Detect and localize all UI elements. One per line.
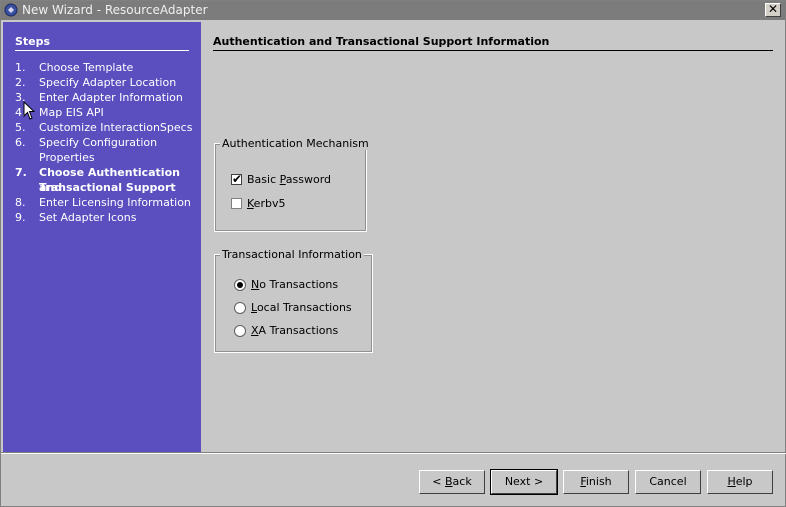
step-label: Choose Template xyxy=(39,61,134,74)
authentication-group xyxy=(214,143,367,232)
step-label: Enter Licensing Information xyxy=(39,196,191,209)
step-label: Specify Configuration xyxy=(39,136,158,149)
authentication-legend: Authentication Mechanism xyxy=(220,137,371,150)
button-bar-separator xyxy=(1,452,786,454)
window-title: New Wizard - ResourceAdapter xyxy=(22,3,208,17)
step-label: Properties xyxy=(39,151,95,164)
step-label: Enter Adapter Information xyxy=(39,91,183,104)
step-label: Set Adapter Icons xyxy=(39,211,137,224)
transactional-legend: Transactional Information xyxy=(220,248,364,261)
kerbv5-label: Kerbv5 xyxy=(247,197,286,210)
step-label: Map EIS API xyxy=(39,106,104,119)
cancel-button[interactable]: Cancel xyxy=(635,470,701,494)
step-label: Specify Adapter Location xyxy=(39,76,177,89)
app-icon xyxy=(4,3,18,17)
step-label: Customize InteractionSpecs xyxy=(39,121,193,134)
no-transactions-radio[interactable] xyxy=(234,279,246,291)
mouse-cursor-icon xyxy=(23,101,35,120)
step-number: 2. xyxy=(15,76,26,89)
local-transactions-radio[interactable] xyxy=(234,302,246,314)
step-number: 6. xyxy=(15,136,26,149)
step-number: 5. xyxy=(15,121,26,134)
step-number: 1. xyxy=(15,61,26,74)
next-button[interactable]: Next > xyxy=(490,469,558,495)
close-button[interactable]: ✕ xyxy=(765,2,781,17)
title-bar[interactable]: New Wizard - ResourceAdapter ✕ xyxy=(1,1,786,20)
basic-password-checkbox[interactable]: ✔ xyxy=(231,172,243,186)
steps-heading: Steps xyxy=(15,35,189,51)
no-transactions-label: No Transactions xyxy=(251,278,339,291)
steps-panel: Steps 1. Choose Template 2. Specify Adap… xyxy=(3,22,201,452)
kerbv5-checkbox[interactable] xyxy=(231,198,242,209)
basic-password-label: Basic Password xyxy=(247,173,332,186)
wizard-dialog: New Wizard - ResourceAdapter ✕ Steps 1. … xyxy=(0,0,786,507)
step-number: 8. xyxy=(15,196,26,209)
back-button[interactable]: < Back xyxy=(419,470,485,494)
checkmark-icon: ✔ xyxy=(232,172,243,186)
close-icon: ✕ xyxy=(768,2,779,16)
xa-transactions-label: XA Transactions xyxy=(251,324,339,337)
step-number: 9. xyxy=(15,211,26,224)
step-number: 7. xyxy=(15,166,27,179)
page-title: Authentication and Transactional Support… xyxy=(213,35,773,51)
help-button[interactable]: Help xyxy=(707,470,773,494)
radio-selected-dot xyxy=(237,282,243,288)
finish-button[interactable]: Finish xyxy=(563,470,629,494)
step-label: Transactional Support xyxy=(39,181,176,194)
xa-transactions-radio[interactable] xyxy=(234,325,246,337)
local-transactions-label: Local Transactions xyxy=(251,301,352,314)
